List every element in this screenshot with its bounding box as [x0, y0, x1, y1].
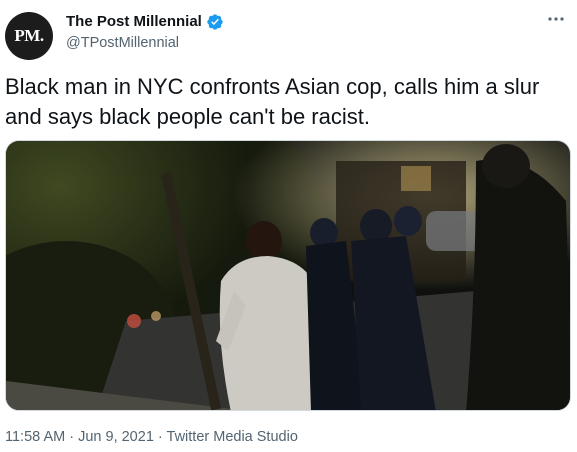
tweet-text: Black man in NYC confronts Asian cop, ca… — [5, 74, 540, 129]
tweet-date[interactable]: Jun 9, 2021 — [78, 429, 154, 445]
more-horizontal-icon[interactable] — [545, 8, 567, 30]
tweet-time[interactable]: 11:58 AM — [5, 429, 65, 445]
video-thumbnail — [6, 141, 570, 410]
tweet-source[interactable]: Twitter Media Studio — [167, 429, 298, 445]
meta-separator: · — [153, 429, 167, 445]
avatar[interactable]: PM. — [5, 12, 53, 60]
author-name-row: The Post Millennial — [66, 12, 224, 32]
author-handle[interactable]: @TPostMillennial — [66, 33, 224, 53]
tweet-media-video[interactable] — [5, 140, 571, 411]
tweet-metadata: 11:58 AM · Jun 9, 2021 · Twitter Media S… — [5, 428, 298, 446]
verified-badge-icon — [206, 13, 224, 31]
avatar-text: PM. — [14, 26, 44, 45]
meta-separator: · — [65, 429, 79, 445]
tweet-card: PM. The Post Millennial @TPostMillennial… — [0, 0, 577, 452]
tweet-author: The Post Millennial @TPostMillennial — [66, 12, 224, 53]
author-display-name[interactable]: The Post Millennial — [66, 12, 202, 32]
